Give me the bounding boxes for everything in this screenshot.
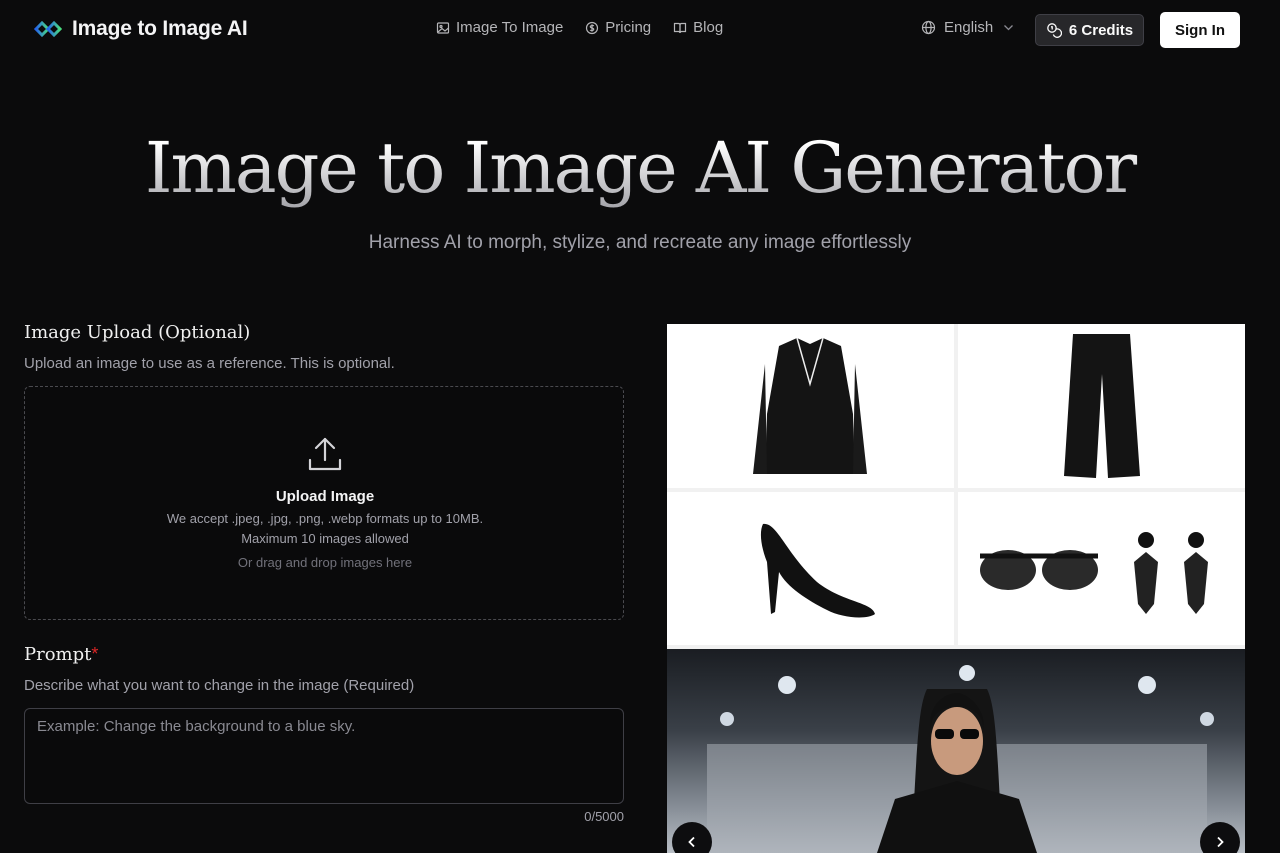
upload-icon xyxy=(308,437,342,471)
example-image-trousers xyxy=(958,324,1245,488)
brand[interactable]: Image to Image AI xyxy=(34,17,248,41)
language-label: English xyxy=(944,19,994,36)
prompt-section-title: Prompt* xyxy=(24,644,98,665)
example-image-blazer xyxy=(667,324,954,488)
globe-icon xyxy=(921,20,936,35)
nav-link-blog[interactable]: Blog xyxy=(673,19,723,36)
credits-button[interactable]: 6 Credits xyxy=(1035,14,1144,46)
example-image-accessories xyxy=(958,492,1245,645)
runway-model-illustration xyxy=(707,665,1214,853)
heels-illustration xyxy=(760,523,875,618)
chevron-right-icon xyxy=(1217,836,1224,848)
upload-drag-note: Or drag and drop images here xyxy=(237,555,413,570)
required-mark: * xyxy=(91,644,99,664)
upload-section-description: Upload an image to use as a reference. T… xyxy=(24,355,395,372)
nav-link-label: Blog xyxy=(693,19,724,36)
prompt-character-counter: 0/5000 xyxy=(584,809,624,824)
language-selector[interactable]: English xyxy=(921,19,1016,36)
sign-in-button[interactable]: Sign In xyxy=(1160,12,1240,48)
sunglasses-earrings-illustration xyxy=(980,532,1208,614)
upload-formats-note: We accept .jpeg, .jpg, .png, .webp forma… xyxy=(166,511,484,526)
upload-box-title: Upload Image xyxy=(275,488,375,505)
book-icon xyxy=(674,22,687,33)
page-title: Image to Image AI Generator xyxy=(0,127,1280,209)
top-nav: Image to Image AI Image To Image Pricing… xyxy=(0,0,1280,60)
coins-icon xyxy=(1047,23,1062,38)
example-image-carousel xyxy=(667,324,1245,853)
upload-max-note: Maximum 10 images allowed xyxy=(241,531,409,546)
chevron-left-icon xyxy=(688,836,695,848)
brand-logo-icon xyxy=(34,20,62,38)
credits-label: 6 Credits xyxy=(1068,21,1134,39)
brand-name: Image to Image AI xyxy=(72,17,248,40)
nav-links: Image To Image Pricing Blog xyxy=(436,19,723,36)
image-icon xyxy=(436,21,450,34)
example-image-runway-model xyxy=(667,649,1245,853)
page-subtitle: Harness AI to morph, stylize, and recrea… xyxy=(368,232,912,253)
trousers-illustration xyxy=(1064,334,1140,478)
nav-link-image-to-image[interactable]: Image To Image xyxy=(436,19,563,36)
prompt-title-text: Prompt xyxy=(24,644,92,665)
blazer-illustration xyxy=(753,337,867,474)
nav-link-pricing[interactable]: Pricing xyxy=(585,19,651,36)
nav-link-label: Image To Image xyxy=(456,19,564,36)
nav-link-label: Pricing xyxy=(605,19,652,36)
prompt-section-description: Describe what you want to change in the … xyxy=(24,677,415,694)
upload-dropzone[interactable]: Upload Image We accept .jpeg, .jpg, .png… xyxy=(24,386,624,620)
example-image-heels xyxy=(667,492,954,645)
prompt-input[interactable] xyxy=(24,708,624,804)
coin-icon xyxy=(586,21,599,34)
upload-section-title: Image Upload (Optional) xyxy=(24,322,251,343)
chevron-down-icon xyxy=(1004,25,1014,31)
